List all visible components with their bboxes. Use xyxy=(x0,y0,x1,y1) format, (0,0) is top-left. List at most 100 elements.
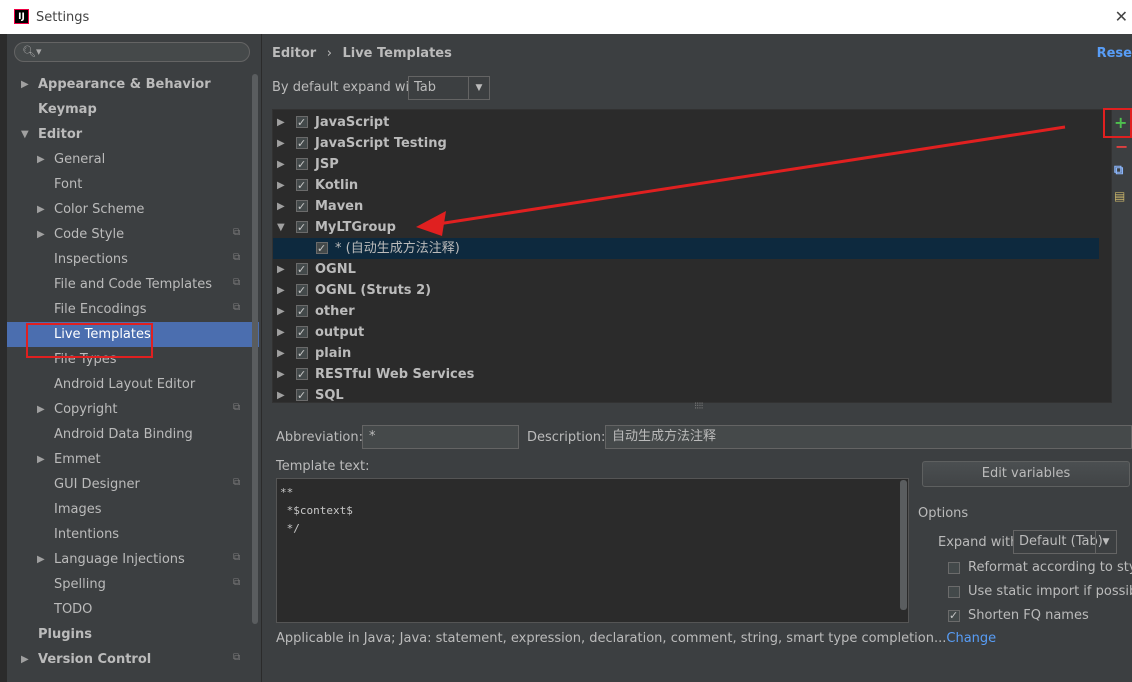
sidebar-item-spelling[interactable]: Spelling ⧉ xyxy=(7,572,259,597)
collapsed-arrow-icon[interactable]: ▶ xyxy=(21,647,29,672)
template-group-row[interactable]: ▶ other xyxy=(273,301,1099,322)
collapsed-arrow-icon[interactable]: ▶ xyxy=(277,364,285,385)
collapsed-arrow-icon[interactable]: ▶ xyxy=(277,175,285,196)
collapsed-arrow-icon[interactable]: ▶ xyxy=(37,197,45,222)
enabled-checkbox[interactable] xyxy=(296,280,308,301)
collapsed-arrow-icon[interactable]: ▶ xyxy=(277,196,285,217)
collapsed-arrow-icon[interactable]: ▶ xyxy=(37,147,45,172)
collapsed-arrow-icon[interactable]: ▶ xyxy=(277,154,285,175)
project-settings-icon: ⧉ xyxy=(233,277,241,288)
sidebar-item-todo[interactable]: TODO xyxy=(7,597,259,622)
enabled-checkbox[interactable] xyxy=(296,301,308,322)
collapsed-arrow-icon[interactable]: ▶ xyxy=(277,133,285,154)
template-group-row[interactable]: ▶ OGNL (Struts 2) xyxy=(273,280,1099,301)
template-group-row[interactable]: ▶ Maven xyxy=(273,196,1099,217)
collapsed-arrow-icon[interactable]: ▶ xyxy=(277,280,285,301)
collapsed-arrow-icon[interactable]: ▶ xyxy=(37,222,45,247)
sidebar-item-file-and-code-templates[interactable]: File and Code Templates ⧉ xyxy=(7,272,259,297)
sidebar-item-color-scheme[interactable]: ▶ Color Scheme xyxy=(7,197,259,222)
expand-with-option-select[interactable]: Default (Tab) ▼ xyxy=(1013,530,1117,554)
template-group-row[interactable]: ▶ OGNL xyxy=(273,259,1099,280)
collapsed-arrow-icon[interactable]: ▶ xyxy=(277,259,285,280)
enabled-checkbox[interactable] xyxy=(316,238,328,259)
copy-icon[interactable]: ⧉ xyxy=(1114,163,1123,178)
collapsed-arrow-icon[interactable]: ▶ xyxy=(277,343,285,364)
expanded-arrow-icon[interactable]: ▼ xyxy=(21,122,29,147)
change-context-link[interactable]: Change xyxy=(946,631,996,646)
close-icon[interactable]: ✕ xyxy=(1115,7,1128,26)
template-group-row[interactable]: ▶ JavaScript Testing xyxy=(273,133,1099,154)
template-group-row[interactable]: ▶ RESTful Web Services xyxy=(273,364,1099,385)
sidebar-item-intentions[interactable]: Intentions xyxy=(7,522,259,547)
breadcrumb-parent[interactable]: Editor xyxy=(272,46,316,61)
enabled-checkbox[interactable] xyxy=(296,343,308,364)
template-group-row[interactable]: ▶ plain xyxy=(273,343,1099,364)
enabled-checkbox[interactable] xyxy=(296,385,308,402)
edit-variables-button[interactable]: Edit variables xyxy=(922,461,1130,487)
collapsed-arrow-icon[interactable]: ▶ xyxy=(37,397,45,422)
sidebar-item-code-style[interactable]: ▶ Code Style ⧉ xyxy=(7,222,259,247)
sidebar-item-appearance-behavior[interactable]: ▶ Appearance & Behavior xyxy=(7,72,259,97)
sidebar-item-copyright[interactable]: ▶ Copyright ⧉ xyxy=(7,397,259,422)
sidebar-item-android-data-binding[interactable]: Android Data Binding xyxy=(7,422,259,447)
sidebar-item-label: Language Injections xyxy=(54,552,185,567)
collapsed-arrow-icon[interactable]: ▶ xyxy=(277,385,285,402)
window-title: Settings xyxy=(36,10,90,25)
description-input[interactable]: 自动生成方法注释 xyxy=(605,425,1132,449)
collapsed-arrow-icon[interactable]: ▶ xyxy=(37,447,45,472)
enabled-checkbox[interactable] xyxy=(296,322,308,343)
enabled-checkbox[interactable] xyxy=(296,112,308,133)
collapsed-arrow-icon[interactable]: ▶ xyxy=(277,322,285,343)
enabled-checkbox[interactable] xyxy=(296,196,308,217)
sidebar-scrollbar[interactable] xyxy=(252,74,258,624)
sidebar-item-keymap[interactable]: Keymap xyxy=(7,97,259,122)
enabled-checkbox[interactable] xyxy=(296,154,308,175)
sidebar-item-inspections[interactable]: Inspections ⧉ xyxy=(7,247,259,272)
sidebar-item-images[interactable]: Images xyxy=(7,497,259,522)
sidebar-item-file-encodings[interactable]: File Encodings ⧉ xyxy=(7,297,259,322)
template-group-list[interactable]: ▶ JavaScript ▶ JavaScript Testing ▶ JSP ▶ Kotli… xyxy=(272,109,1112,403)
template-group-name: JavaScript Testing xyxy=(315,136,447,151)
editor-scrollbar[interactable] xyxy=(900,480,907,610)
collapsed-arrow-icon[interactable]: ▶ xyxy=(37,547,45,572)
search-input[interactable]: 🔍︎▾ xyxy=(14,42,250,62)
template-row[interactable]: * (自动生成方法注释) xyxy=(273,238,1099,259)
template-icon[interactable]: ▤ xyxy=(1114,189,1125,203)
project-settings-icon: ⧉ xyxy=(233,652,241,663)
collapsed-arrow-icon[interactable]: ▶ xyxy=(277,112,285,133)
sidebar-item-editor[interactable]: ▼ Editor xyxy=(7,122,259,147)
enabled-checkbox[interactable] xyxy=(296,364,308,385)
enabled-checkbox[interactable] xyxy=(296,133,308,154)
template-text-editor[interactable]: ** *$context$ */ xyxy=(276,478,909,623)
sidebar-item-language-injections[interactable]: ▶ Language Injections ⧉ xyxy=(7,547,259,572)
collapsed-arrow-icon[interactable]: ▶ xyxy=(21,72,29,97)
expanded-arrow-icon[interactable]: ▼ xyxy=(277,217,285,238)
sidebar-item-font[interactable]: Font xyxy=(7,172,259,197)
collapsed-arrow-icon[interactable]: ▶ xyxy=(277,301,285,322)
sidebar-item-android-layout-editor[interactable]: Android Layout Editor xyxy=(7,372,259,397)
sidebar-item-plugins[interactable]: Plugins xyxy=(7,622,259,647)
template-group-row[interactable]: ▼ MyLTGroup xyxy=(273,217,1099,238)
template-group-row[interactable]: ▶ Kotlin xyxy=(273,175,1099,196)
template-line-3: */ xyxy=(280,522,300,535)
expand-with-value: Tab xyxy=(414,80,437,95)
template-group-row[interactable]: ▶ SQL xyxy=(273,385,1099,402)
chevron-down-icon: ▼ xyxy=(468,77,489,99)
sidebar-item-general[interactable]: ▶ General xyxy=(7,147,259,172)
template-group-row[interactable]: ▶ JavaScript xyxy=(273,112,1099,133)
sidebar-item-version-control[interactable]: ▶ Version Control ⧉ xyxy=(7,647,259,672)
enabled-checkbox[interactable] xyxy=(296,259,308,280)
background-window-strip xyxy=(0,34,7,682)
splitter-handle[interactable]: ⁝⁝⁝⁝ xyxy=(694,401,704,412)
enabled-checkbox[interactable] xyxy=(296,217,308,238)
remove-template-button[interactable]: − xyxy=(1115,137,1128,156)
template-group-name: JavaScript xyxy=(315,115,390,130)
template-group-row[interactable]: ▶ JSP xyxy=(273,154,1099,175)
abbreviation-input[interactable]: * xyxy=(362,425,519,449)
sidebar-item-gui-designer[interactable]: GUI Designer ⧉ xyxy=(7,472,259,497)
enabled-checkbox[interactable] xyxy=(296,175,308,196)
template-group-row[interactable]: ▶ output xyxy=(273,322,1099,343)
reset-link[interactable]: Rese xyxy=(1097,46,1132,61)
sidebar-item-emmet[interactable]: ▶ Emmet xyxy=(7,447,259,472)
expand-with-select[interactable]: Tab ▼ xyxy=(408,76,490,100)
